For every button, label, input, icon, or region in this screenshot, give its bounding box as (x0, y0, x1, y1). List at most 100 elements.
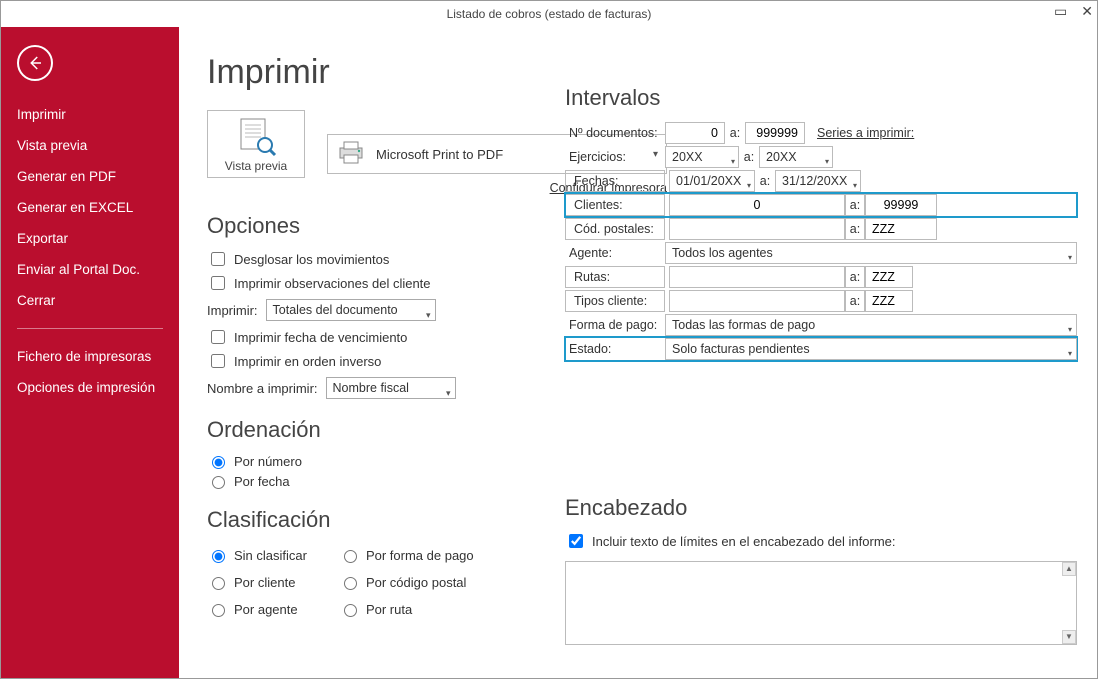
scroll-up-icon[interactable]: ▲ (1062, 562, 1076, 576)
a-label-button[interactable]: a: (845, 266, 865, 288)
ordenacion-heading: Ordenación (207, 417, 1073, 443)
agente-value: Todos los agentes (672, 246, 773, 260)
vista-previa-button[interactable]: Vista previa (207, 110, 305, 178)
fechas-from-value: 01/01/20XX (676, 174, 741, 188)
sidebar-item-enviar-portal[interactable]: Enviar al Portal Doc. (1, 254, 179, 285)
ejercicios-to-value: 20XX (766, 150, 797, 164)
sin-clasificar-radio[interactable] (212, 550, 225, 563)
ejercicios-from-select[interactable]: 20XX▾ (665, 146, 739, 168)
orden-inverso-checkbox[interactable] (211, 354, 225, 368)
a-label: a: (739, 150, 759, 164)
window-title: Listado de cobros (estado de facturas) (447, 7, 652, 21)
estado-value: Solo facturas pendientes (672, 342, 810, 356)
ndoc-from-input[interactable] (665, 122, 725, 144)
estado-select[interactable]: Solo facturas pendientes▾ (665, 338, 1077, 360)
cod-postales-from-input[interactable] (669, 218, 845, 240)
clientes-from-input[interactable] (669, 194, 845, 216)
por-agente-radio[interactable] (212, 604, 225, 617)
sidebar-item-cerrar[interactable]: Cerrar (1, 285, 179, 316)
por-fecha-radio[interactable] (212, 476, 225, 489)
tipos-cliente-from-input[interactable] (669, 290, 845, 312)
sidebar-separator (17, 328, 163, 329)
por-cliente-radio[interactable] (212, 577, 225, 590)
a-label-button[interactable]: a: (845, 194, 865, 216)
por-codigo-postal-radio[interactable] (344, 577, 357, 590)
rutas-to-input[interactable] (865, 266, 913, 288)
cod-postales-to-input[interactable] (865, 218, 937, 240)
por-forma-pago-radio[interactable] (344, 550, 357, 563)
desglosar-label: Desglosar los movimientos (234, 252, 389, 267)
sidebar-item-fichero-impresoras[interactable]: Fichero de impresoras (1, 341, 179, 372)
incluir-texto-label: Incluir texto de límites en el encabezad… (592, 534, 896, 549)
nombre-imprimir-value: Nombre fiscal (333, 381, 409, 395)
cod-postales-label-button[interactable]: Cód. postales: (565, 218, 665, 240)
ndoc-label: Nº documentos: (565, 126, 665, 140)
ejercicios-to-select[interactable]: 20XX▾ (759, 146, 833, 168)
arrow-left-icon (26, 54, 44, 72)
por-ruta-radio[interactable] (344, 604, 357, 617)
document-preview-icon (233, 117, 279, 157)
sidebar-item-exportar[interactable]: Exportar (1, 223, 179, 254)
agente-label: Agente: (565, 246, 665, 260)
tipos-cliente-to-input[interactable] (865, 290, 913, 312)
fecha-vencimiento-checkbox[interactable] (211, 330, 225, 344)
por-codigo-postal-label: Por código postal (366, 575, 466, 590)
vista-previa-label: Vista previa (218, 159, 294, 173)
por-numero-radio[interactable] (212, 456, 225, 469)
orden-inverso-label: Imprimir en orden inverso (234, 354, 381, 369)
sidebar-item-vista-previa[interactable]: Vista previa (1, 130, 179, 161)
sidebar-item-opciones-impresion[interactable]: Opciones de impresión (1, 372, 179, 403)
a-label-button[interactable]: a: (845, 218, 865, 240)
clientes-to-input[interactable] (865, 194, 937, 216)
fechas-to-value: 31/12/20XX (782, 174, 847, 188)
por-cliente-label: Por cliente (234, 575, 295, 590)
agente-select[interactable]: Todos los agentes▾ (665, 242, 1077, 264)
forma-pago-value: Todas las formas de pago (672, 318, 815, 332)
window-close-icon[interactable]: ✕ (1081, 3, 1093, 20)
incluir-texto-checkbox[interactable] (569, 534, 583, 548)
scroll-down-icon[interactable]: ▼ (1062, 630, 1076, 644)
fechas-to-select[interactable]: 31/12/20XX▾ (775, 170, 861, 192)
rutas-label-button[interactable]: Rutas: (565, 266, 665, 288)
tipos-cliente-label-button[interactable]: Tipos cliente: (565, 290, 665, 312)
ejercicios-from-value: 20XX (672, 150, 703, 164)
window-maximize-icon[interactable]: ▭ (1054, 3, 1067, 20)
sidebar-item-generar-excel[interactable]: Generar en EXCEL (1, 192, 179, 223)
observaciones-checkbox[interactable] (211, 276, 225, 290)
por-ruta-label: Por ruta (366, 602, 412, 617)
chevron-down-icon: ▾ (426, 305, 431, 325)
chevron-down-icon: ▾ (825, 152, 829, 172)
sidebar-item-imprimir[interactable]: Imprimir (1, 99, 179, 130)
clientes-label-button[interactable]: Clientes: (565, 194, 665, 216)
desglosar-checkbox[interactable] (211, 252, 225, 266)
nombre-imprimir-select[interactable]: Nombre fiscal▾ (326, 377, 456, 399)
ndoc-to-input[interactable] (745, 122, 805, 144)
series-imprimir-link[interactable]: Series a imprimir: (817, 126, 914, 140)
chevron-down-icon: ▾ (1068, 320, 1072, 340)
imprimir-select-label: Imprimir: (207, 303, 258, 318)
forma-pago-label: Forma de pago: (565, 318, 665, 332)
nombre-imprimir-label: Nombre a imprimir: (207, 381, 318, 396)
por-forma-pago-label: Por forma de pago (366, 548, 474, 563)
por-agente-label: Por agente (234, 602, 298, 617)
encabezado-heading: Encabezado (565, 495, 1077, 521)
rutas-from-input[interactable] (669, 266, 845, 288)
chevron-down-icon: ▾ (446, 383, 451, 403)
fechas-from-select[interactable]: 01/01/20XX▾ (669, 170, 755, 192)
chevron-down-icon: ▾ (747, 176, 751, 196)
por-fecha-label: Por fecha (234, 474, 290, 489)
imprimir-select-value: Totales del documento (273, 303, 398, 317)
forma-pago-select[interactable]: Todas las formas de pago▾ (665, 314, 1077, 336)
back-button[interactable] (17, 45, 53, 81)
estado-label: Estado: (565, 342, 665, 356)
por-numero-label: Por número (234, 454, 302, 469)
encabezado-textarea[interactable]: ▲ ▼ (565, 561, 1077, 645)
chevron-down-icon: ▾ (853, 176, 857, 196)
imprimir-select[interactable]: Totales del documento▾ (266, 299, 436, 321)
chevron-down-icon: ▾ (731, 152, 735, 172)
sidebar-item-generar-pdf[interactable]: Generar en PDF (1, 161, 179, 192)
ejercicios-label: Ejercicios: (565, 150, 665, 164)
sin-clasificar-label: Sin clasificar (234, 548, 307, 563)
fechas-label-button[interactable]: Fechas: (565, 170, 665, 192)
a-label-button[interactable]: a: (845, 290, 865, 312)
